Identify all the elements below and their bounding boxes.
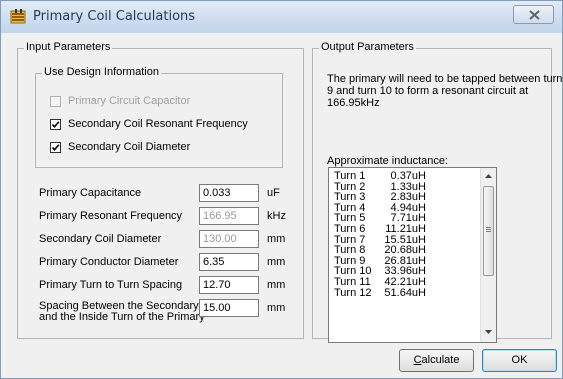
primary-resonant-frequency-input [199,207,259,225]
inductance-value: 15.51uH [384,233,426,246]
checkmark-icon [51,121,60,129]
calculate-button[interactable]: Calculate [399,349,474,372]
inductance-value: 4.94uH [390,201,426,214]
grip-icon [486,227,491,232]
secondary-diameter-checkbox[interactable] [50,142,61,153]
input-parameters-group: Input Parameters Use Design Information … [17,41,304,339]
secondary-frequency-checkbox[interactable] [50,119,61,130]
inductance-value: 42.21uH [384,276,426,288]
primary-conductor-diameter-input[interactable] [199,253,259,271]
checkmark-icon [51,144,60,152]
primary-capacitance-unit: uF [267,187,280,199]
inductance-value: 20.68uH [384,244,426,257]
secondary-primary-spacing-input[interactable] [199,299,259,317]
scroll-down-icon[interactable] [485,330,492,334]
primary-capacitor-checkbox-label: Primary Circuit Capacitor [68,95,191,107]
calculate-button-label: Calculate [413,354,460,366]
primary-capacitance-label: Primary Capacitance [39,187,142,199]
inductance-value: 26.81uH [384,254,426,267]
inductance-value: 2.83uH [390,191,426,204]
window-title: Primary Coil Calculations [33,9,196,24]
ok-button[interactable]: OK [482,349,557,372]
dialog-window: Primary Coil Calculations Input Paramete… [0,0,563,379]
primary-capacitance-input[interactable] [199,184,259,202]
output-message-line-2: 9 and turn 10 to form a resonant circuit… [327,85,529,97]
primary-resonant-frequency-unit: kHz [267,210,286,222]
inductance-value: 0.37uH [390,170,426,182]
approx-inductance-label: Approximate inductance: [327,155,449,167]
input-parameters-label: Input Parameters [24,41,113,53]
inductance-listbox[interactable]: Turn 1 0.37uH Turn 2 1.33uH Turn 3 2.83uH Turn… [328,167,497,343]
scroll-up-icon[interactable] [485,174,492,178]
inductance-value: 11.21uH [385,223,426,235]
inductance-value: 33.96uH [384,265,426,278]
app-coil-icon [10,9,26,24]
primary-turn-spacing-label: Primary Turn to Turn Spacing [39,279,183,291]
output-message-line-3: 166.95kHz [327,97,380,109]
design-info-group: Use Design Information Primary Circuit C… [35,66,283,168]
secondary-primary-spacing-unit: mm [267,302,286,314]
secondary-diameter-checkbox-label: Secondary Coil Diameter [68,141,191,153]
secondary-frequency-checkbox-label: Secondary Coil Resonant Frequency [68,118,248,130]
secondary-coil-diameter-unit: mm [267,233,286,245]
inductance-value: 1.33uH [390,180,426,193]
output-parameters-label: Output Parameters [319,41,416,53]
design-info-label: Use Design Information [42,66,161,78]
primary-resonant-frequency-label: Primary Resonant Frequency [39,210,183,222]
ok-button-label: OK [511,354,528,366]
primary-capacitor-checkbox[interactable] [50,96,61,107]
secondary-coil-diameter-label: Secondary Coil Diameter [39,233,162,245]
secondary-coil-diameter-input [199,230,259,248]
inductance-value: 51.64uH [384,286,426,299]
primary-turn-spacing-unit: mm [267,279,286,291]
close-button[interactable] [513,5,554,24]
primary-turn-spacing-input[interactable] [199,276,259,294]
close-icon [529,10,540,20]
secondary-primary-spacing-label-line2: and the Inside Turn of the Primary [39,311,205,323]
inductance-value: 7.71uH [390,212,426,225]
scrollbar-thumb[interactable] [483,186,494,276]
listbox-scrollbar[interactable] [480,168,496,342]
output-message-line-1: The primary will need to be tapped betwe… [327,73,563,85]
primary-conductor-diameter-unit: mm [267,256,286,268]
title-bar[interactable]: Primary Coil Calculations [1,1,562,33]
primary-conductor-diameter-label: Primary Conductor Diameter [39,256,179,268]
